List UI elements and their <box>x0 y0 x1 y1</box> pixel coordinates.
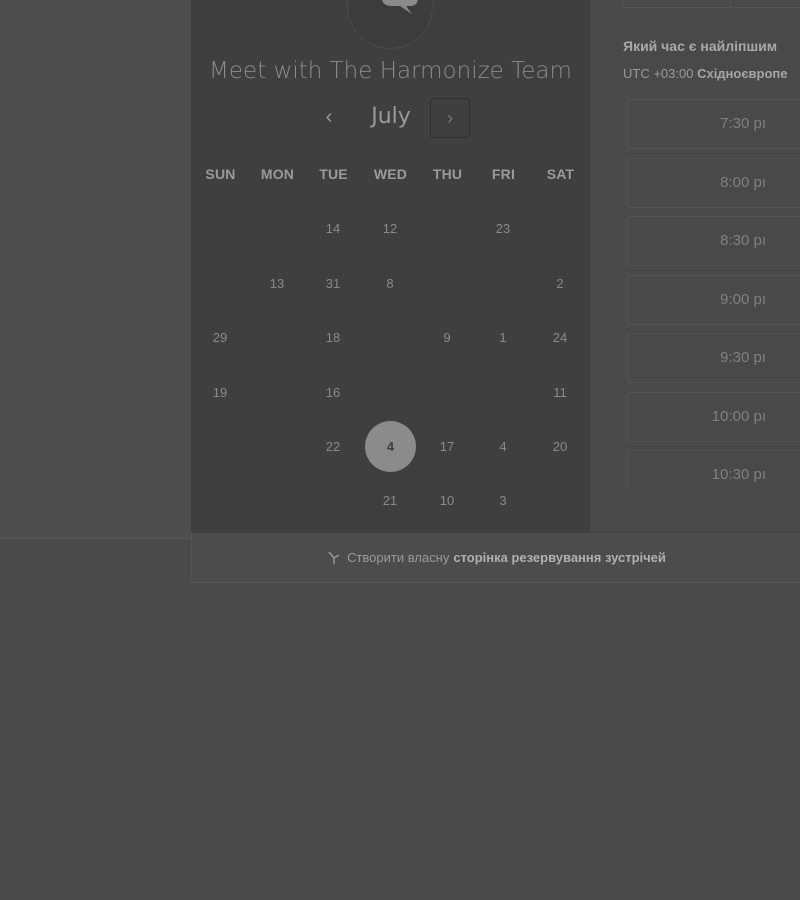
page-title: Meet with The Harmonize Team <box>209 58 572 84</box>
weekday-sun: SUN <box>205 166 236 182</box>
calendar-day[interactable]: 13 <box>257 276 297 296</box>
timezone-offset: UTC +03:00 <box>623 66 694 81</box>
calendar-day[interactable]: 4 <box>483 439 523 459</box>
toggle-divider <box>730 0 731 7</box>
weekday-mon: MON <box>260 166 295 182</box>
weekday-fri: FRI <box>491 166 516 182</box>
footer-prefix: Створити власну <box>347 550 450 565</box>
month-navigation: ‹ July › <box>191 98 590 140</box>
calendar-day[interactable]: 16 <box>313 385 353 405</box>
weekday-wed: WED <box>373 166 408 182</box>
selected-day[interactable]: 4 <box>365 421 416 472</box>
time-slot-button[interactable]: 8:30 pı <box>627 216 800 266</box>
calendar-day[interactable]: 23 <box>483 221 523 241</box>
view-toggle[interactable] <box>623 0 800 8</box>
create-booking-page-link[interactable]: сторінка резервування зустрічей <box>453 550 666 565</box>
timezone-label[interactable]: UTC +03:00 Східноєвропе <box>623 66 788 81</box>
time-slot-button[interactable]: 10:00 pı <box>627 391 800 442</box>
calendar-day[interactable]: 24 <box>540 330 580 350</box>
footer-bar: Створити власну сторінка резервування зу… <box>191 533 800 583</box>
time-slot-label: 9:00 pı <box>720 290 766 308</box>
calendar-day[interactable]: 22 <box>313 439 353 459</box>
calendar-day[interactable]: 11 <box>540 385 580 405</box>
time-slot-label: 8:30 pı <box>720 232 766 249</box>
previous-month-button[interactable]: ‹ <box>317 106 341 130</box>
time-slot-label: 8:00 pı <box>720 173 766 191</box>
time-slot-label: 9:30 pı <box>720 349 766 366</box>
timezone-name: Східноєвропе <box>697 66 788 81</box>
weekday-tue: TUE <box>319 166 348 182</box>
calendar-day[interactable]: 8 <box>370 276 410 296</box>
scheduler-logo-icon <box>328 551 340 564</box>
next-month-button[interactable]: › <box>430 98 470 138</box>
weekday-header: SUN MON TUE WED THU FRI SAT <box>191 166 590 186</box>
slot-list-fade <box>590 490 800 533</box>
calendar-day[interactable]: 12 <box>370 221 410 241</box>
weekday-thu: THU <box>432 166 463 182</box>
time-slot-button[interactable]: 7:30 pı <box>627 99 800 149</box>
calendar-day[interactable]: 14 <box>313 221 353 241</box>
calendar-day[interactable]: 18 <box>313 330 353 350</box>
left-panel <box>0 0 191 539</box>
time-slot-label: 7:30 pı <box>720 115 766 132</box>
time-slot-button[interactable]: 8:00 pı <box>627 157 800 208</box>
time-question: Який час є найліпшим <box>623 38 778 54</box>
calendar-day[interactable]: 29 <box>200 330 240 350</box>
calendar-day[interactable]: 1 <box>483 330 523 350</box>
calendar-day[interactable]: 21 <box>370 493 410 513</box>
time-slot-button[interactable]: 9:30 pı <box>627 333 800 383</box>
time-slot-label: 10:30 pı <box>711 466 766 483</box>
calendar-day[interactable]: 31 <box>313 276 353 296</box>
calendar-day[interactable]: 19 <box>200 385 240 405</box>
calendar-day[interactable]: 9 <box>427 330 467 350</box>
time-slot-button[interactable]: 9:00 pı <box>627 274 800 325</box>
calendar-day[interactable]: 17 <box>427 439 467 459</box>
calendar-day[interactable]: 10 <box>427 493 467 513</box>
calendar-day[interactable]: 3 <box>483 493 523 513</box>
calendar-day[interactable]: 20 <box>540 439 580 459</box>
calendar-day[interactable]: 2 <box>540 276 580 296</box>
month-label: July <box>371 104 411 129</box>
chat-bubble-icon <box>382 0 418 14</box>
time-slot-label: 10:00 pı <box>711 407 766 425</box>
weekday-sat: SAT <box>546 166 575 182</box>
